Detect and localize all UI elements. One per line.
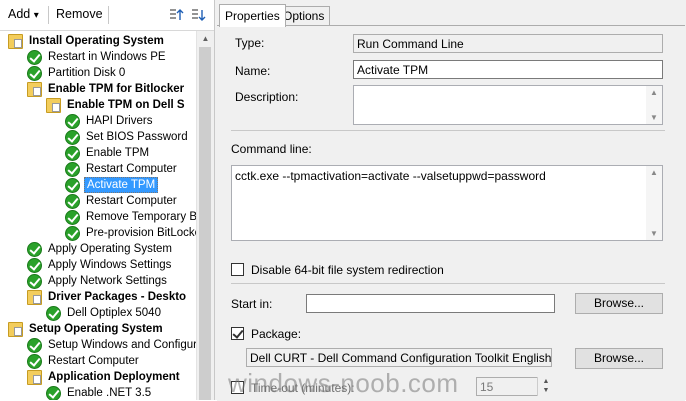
command-line-scrollbar[interactable]: ▲ ▼ (646, 166, 662, 240)
task-sequence-tree: Install Operating System Restart in Windo… (0, 31, 196, 400)
tree-item-label: Driver Packages - Deskto (48, 291, 187, 303)
tree-item-label: Apply Network Settings (48, 275, 167, 287)
package-browse-button[interactable]: Browse... (575, 348, 663, 369)
move-down-icon[interactable] (190, 7, 206, 23)
scroll-down-icon[interactable]: ▼ (646, 113, 662, 122)
properties-pane: Properties Options Type: Run Command Lin… (215, 0, 686, 401)
folder-icon (46, 98, 61, 113)
check-icon (65, 114, 80, 129)
tree-item-label: Restart Computer (86, 163, 177, 175)
dropdown-arrow-icon: ▾ (33, 10, 39, 21)
start-in-field[interactable] (306, 294, 555, 313)
check-icon (46, 386, 61, 400)
package-field: Dell CURT - Dell Command Configuration T… (246, 348, 552, 367)
task-sequence-pane: Add ▾ Remove Install Operating System Res… (0, 0, 215, 400)
check-icon (27, 50, 42, 65)
check-icon (27, 242, 42, 257)
folder-icon (27, 370, 42, 385)
name-label: Name: (235, 64, 271, 78)
tree-scrollbar[interactable]: ▲ (196, 31, 214, 400)
tree-item-label: Application Deployment (48, 371, 180, 383)
spin-down-icon: ▼ (542, 387, 550, 394)
disable-64bit-checkbox[interactable] (231, 263, 244, 276)
divider (231, 130, 665, 131)
tree-item-label: Dell Optiplex 5040 (67, 307, 161, 319)
folder-icon (8, 34, 23, 49)
scroll-up-icon[interactable]: ▲ (197, 32, 214, 46)
command-line-text: cctk.exe --tpmactivation=activate --vals… (235, 169, 546, 183)
tree-item-label: Restart in Windows PE (48, 51, 166, 63)
add-button[interactable]: Add ▾ (8, 7, 39, 21)
tab-properties[interactable]: Properties (219, 4, 286, 27)
check-icon (27, 338, 42, 353)
type-label: Type: (235, 36, 265, 50)
disable-64bit-label: Disable 64-bit file system redirection (251, 263, 444, 277)
tree-item-label: Setup Operating System (29, 323, 163, 335)
check-icon (27, 66, 42, 81)
scroll-down-icon[interactable]: ▼ (646, 229, 662, 238)
command-line-field[interactable]: cctk.exe --tpmactivation=activate --vals… (231, 165, 663, 241)
tree-item-label: Restart Computer (86, 195, 177, 207)
check-icon (65, 130, 80, 145)
check-icon (65, 162, 80, 177)
tree-item-label: Activate TPM (84, 177, 159, 193)
tree-item-label: Apply Windows Settings (48, 259, 172, 271)
tree-item-label: Set BIOS Password (86, 131, 188, 143)
package-label: Package: (251, 327, 302, 341)
check-icon (27, 274, 42, 289)
scroll-up-icon[interactable]: ▲ (646, 88, 662, 97)
tree-item-label: Partition Disk 0 (48, 67, 126, 79)
check-icon (65, 146, 80, 161)
start-in-browse-button[interactable]: Browse... (575, 293, 663, 314)
start-in-label: Start in: (231, 297, 273, 311)
tree-item-label: Restart Computer (48, 355, 139, 367)
tree-item-label: Pre-provision BitLocke (86, 227, 196, 239)
check-icon (46, 306, 61, 321)
tree-item-label: Install Operating System (29, 35, 164, 47)
tree-item-label: Setup Windows and Configura (48, 339, 196, 351)
check-icon (65, 226, 80, 241)
description-label: Description: (235, 90, 299, 104)
package-checkbox[interactable] (231, 327, 244, 340)
remove-button[interactable]: Remove (56, 7, 103, 21)
folder-icon (27, 290, 42, 305)
tree-item-label: Enable TPM on Dell S (67, 99, 185, 111)
description-field[interactable]: ▲ ▼ (353, 85, 663, 125)
check-icon (65, 210, 80, 225)
check-icon (65, 194, 80, 209)
check-icon (27, 258, 42, 273)
properties-panel: Type: Run Command Line Name: Activate TP… (217, 25, 685, 401)
timeout-spinner: ▲ ▼ (537, 377, 554, 396)
folder-icon (8, 322, 23, 337)
task-sequence-toolbar: Add ▾ Remove (0, 0, 214, 31)
tree-item-label: Remove Temporary BI (86, 211, 196, 223)
move-up-icon[interactable] (168, 7, 184, 23)
watermark: windows-noob.com (228, 368, 459, 398)
tree-item-label: Enable TPM for Bitlocker (48, 83, 185, 95)
description-scrollbar[interactable]: ▲ ▼ (646, 86, 662, 124)
scrollbar-thumb[interactable] (199, 47, 211, 400)
toolbar-divider (48, 6, 49, 24)
tree-item-label: Apply Operating System (48, 243, 173, 255)
toolbar-divider (108, 6, 109, 24)
tree-item-label: Enable TPM (86, 147, 150, 159)
type-field: Run Command Line (353, 34, 663, 53)
tree-item-label: Enable .NET 3.5 (67, 387, 152, 399)
folder-icon (27, 82, 42, 97)
tree-item-label: HAPI Drivers (86, 115, 153, 127)
check-icon (27, 354, 42, 369)
check-icon (65, 178, 80, 193)
command-line-label: Command line: (231, 142, 312, 156)
scroll-up-icon[interactable]: ▲ (646, 168, 662, 177)
add-label: Add (8, 7, 31, 21)
divider (231, 283, 665, 284)
spin-up-icon: ▲ (542, 378, 550, 385)
name-field[interactable]: Activate TPM (353, 60, 663, 79)
